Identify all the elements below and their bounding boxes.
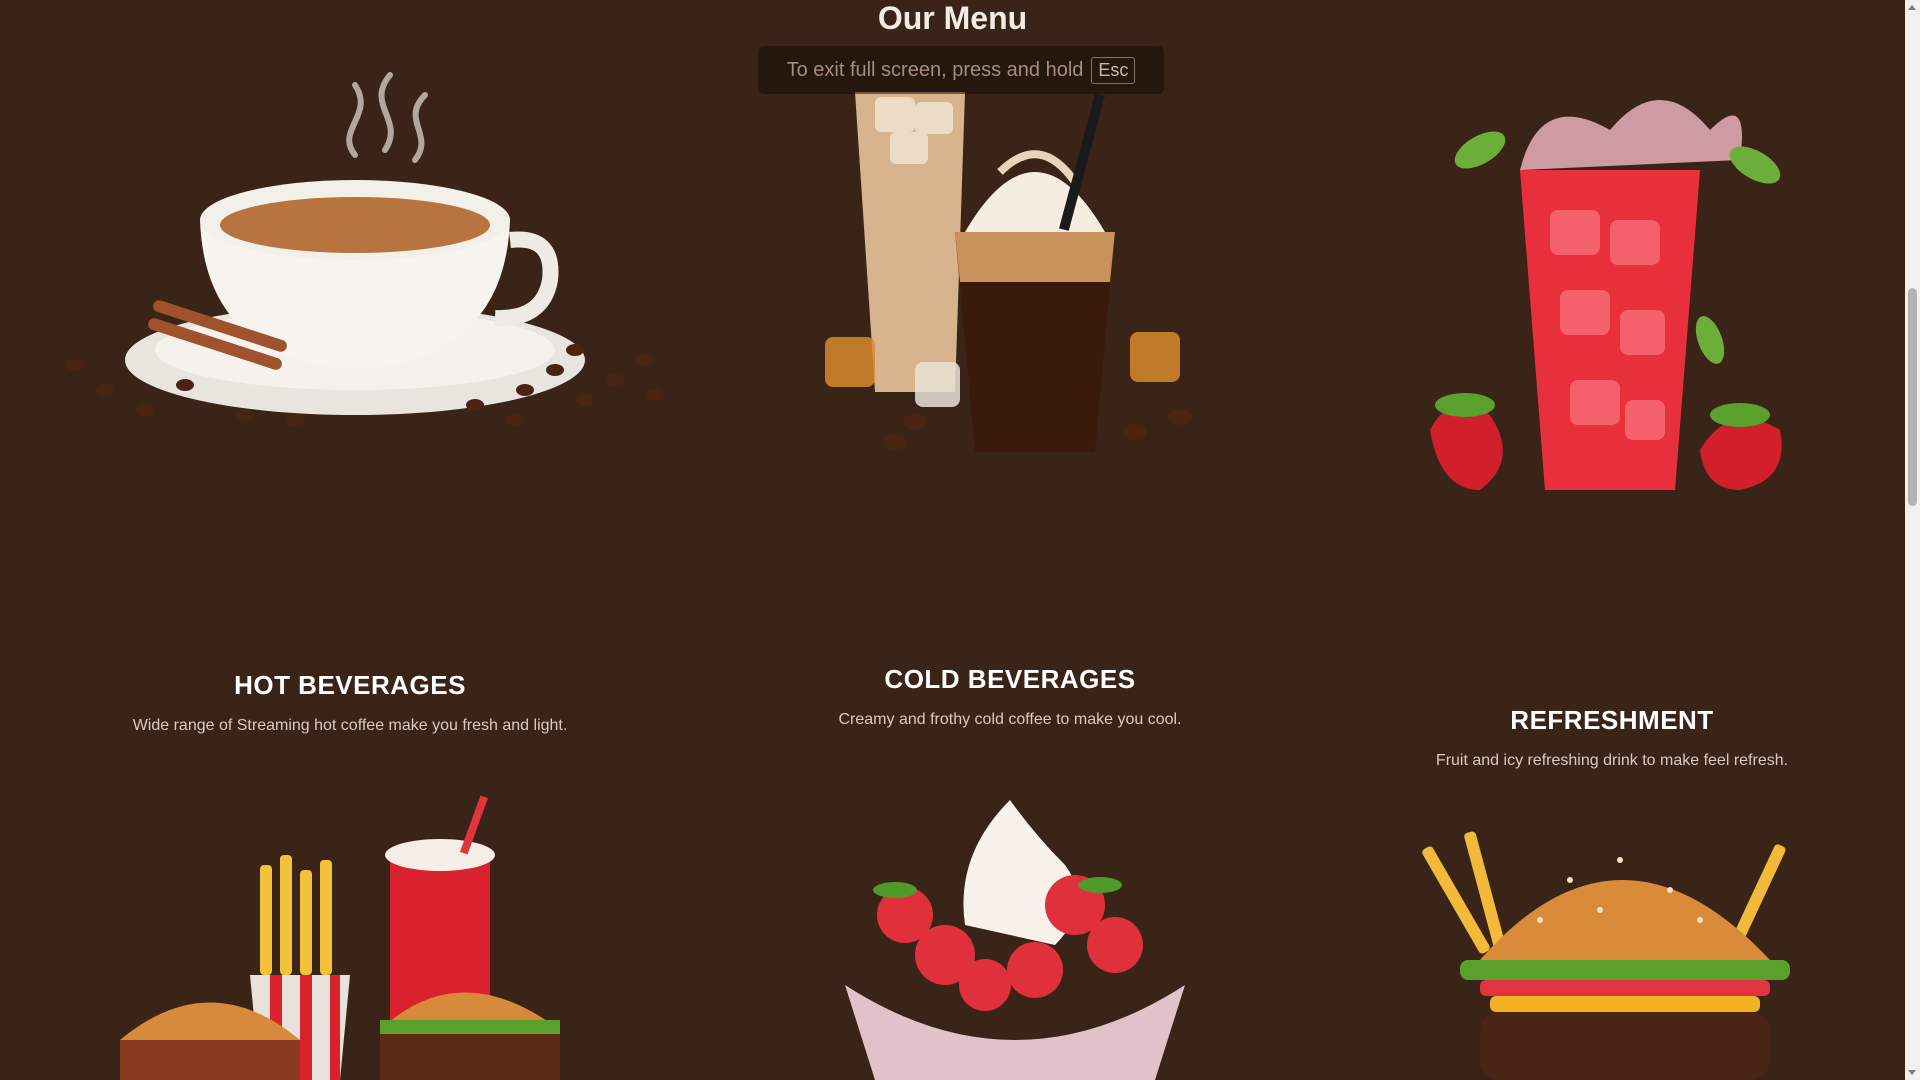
scroll-down-arrow-icon[interactable] bbox=[1908, 1070, 1916, 1075]
page-scrollbar[interactable] bbox=[1905, 0, 1920, 1080]
cold-beverages-description: Creamy and frothy cold coffee to make yo… bbox=[838, 711, 1182, 728]
fast-food-image bbox=[120, 795, 560, 1080]
menu-card-hot-beverages[interactable]: HOT BEVERAGES Wide range of Streaming ho… bbox=[100, 670, 600, 735]
cold-coffee-image bbox=[825, 92, 1192, 452]
hot-beverages-description: Wide range of Streaming hot coffee make … bbox=[132, 717, 568, 734]
fullscreen-notice-text: To exit full screen, press and hold bbox=[786, 58, 1084, 81]
cold-beverages-title: COLD BEVERAGES bbox=[884, 664, 1136, 694]
refreshment-drink-image bbox=[1430, 100, 1782, 490]
hot-beverages-title: HOT BEVERAGES bbox=[234, 670, 466, 700]
menu-card-refreshment[interactable]: REFRESHMENT Fruit and icy refreshing dri… bbox=[1362, 705, 1862, 770]
scroll-up-arrow-icon[interactable] bbox=[1908, 5, 1916, 10]
menu-card-cold-beverages[interactable]: COLD BEVERAGES Creamy and frothy cold co… bbox=[760, 664, 1260, 729]
scrollbar-thumb[interactable] bbox=[1908, 288, 1917, 506]
refreshment-title: REFRESHMENT bbox=[1510, 705, 1714, 735]
refreshment-description: Fruit and icy refreshing drink to make f… bbox=[1435, 752, 1789, 769]
page-title: Our Menu bbox=[877, 0, 1028, 36]
hot-coffee-image bbox=[66, 72, 664, 426]
esc-key-badge: Esc bbox=[1091, 56, 1136, 84]
fullscreen-exit-notice: To exit full screen, press and hold Esc bbox=[758, 46, 1164, 94]
strawberry-sundae-image bbox=[845, 800, 1185, 1080]
burger-image bbox=[1422, 831, 1790, 1080]
